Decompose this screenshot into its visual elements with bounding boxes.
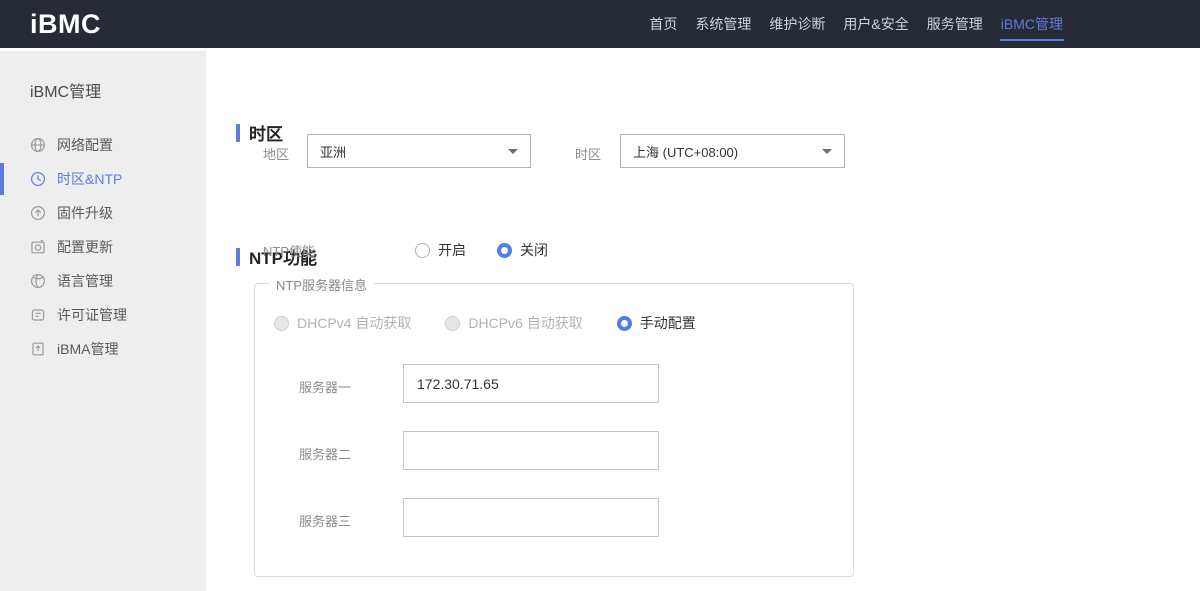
timezone-label: 时区 bbox=[575, 147, 602, 162]
nav-item-ibmc-management[interactable]: iBMC管理 bbox=[992, 0, 1072, 48]
region-select-value: 亚洲 bbox=[320, 144, 347, 160]
radio-label: 开启 bbox=[438, 242, 466, 258]
nav-item-system-management[interactable]: 系统管理 bbox=[686, 0, 760, 48]
main-content: 时区 地区 亚洲 时区 上海 (UTC+08:00) NTP功能 NTP使能 开… bbox=[206, 51, 1200, 591]
timezone-select-value: 上海 (UTC+08:00) bbox=[633, 144, 739, 160]
radio-circle-icon bbox=[616, 315, 632, 331]
region-label: 地区 bbox=[263, 147, 290, 162]
clock-icon bbox=[30, 171, 46, 187]
chevron-down-icon bbox=[508, 148, 518, 154]
nav-item-service-management[interactable]: 服务管理 bbox=[918, 0, 992, 48]
server-two-label: 服务器二 bbox=[299, 447, 352, 462]
timezone-section-header: 时区 bbox=[236, 120, 283, 145]
sidebar-item-label: 语言管理 bbox=[57, 273, 113, 289]
radio-label: 关闭 bbox=[520, 242, 548, 258]
radio-circle-icon bbox=[497, 242, 512, 258]
radio-circle-icon bbox=[445, 315, 461, 331]
nav-item-maintenance-diagnosis[interactable]: 维护诊断 bbox=[760, 0, 834, 48]
sidebar-item-label: 配置更新 bbox=[57, 239, 113, 255]
nav-item-home[interactable]: 首页 bbox=[640, 0, 686, 48]
sidebar-item-ibma-management[interactable]: iBMA管理 bbox=[0, 332, 206, 366]
sidebar-item-network-config[interactable]: 网络配置 bbox=[0, 128, 206, 162]
section-accent-bar bbox=[236, 123, 240, 142]
top-navigation: 首页 系统管理 维护诊断 用户&安全 服务管理 iBMC管理 bbox=[640, 0, 1072, 48]
sidebar: iBMC管理 网络配置 时区&NTP 固件升级 配置更新 语言管理 许可证管理 … bbox=[0, 51, 221, 591]
license-icon bbox=[30, 307, 46, 323]
server-one-label: 服务器一 bbox=[299, 380, 352, 395]
server-three-label: 服务器三 bbox=[299, 514, 352, 529]
timezone-section-title: 时区 bbox=[249, 125, 283, 144]
sidebar-item-language-management[interactable]: 语言管理 bbox=[0, 264, 206, 298]
sidebar-menu: 网络配置 时区&NTP 固件升级 配置更新 语言管理 许可证管理 iBMA管理 bbox=[0, 128, 206, 366]
sidebar-title: iBMC管理 bbox=[30, 84, 102, 101]
chevron-down-icon bbox=[822, 148, 832, 154]
sidebar-item-license-management[interactable]: 许可证管理 bbox=[0, 298, 206, 332]
ntp-enable-radio-group: 开启 关闭 bbox=[415, 240, 548, 260]
radio-label: 手动配置 bbox=[639, 315, 696, 331]
ntp-server-mode-radio-group: DHCPv4 自动获取 DHCPv6 自动获取 手动配置 bbox=[274, 313, 696, 333]
radio-ntp-on[interactable]: 开启 bbox=[415, 240, 466, 260]
radio-ntp-off[interactable]: 关闭 bbox=[497, 240, 548, 260]
top-navbar: iBMC 首页 系统管理 维护诊断 用户&安全 服务管理 iBMC管理 bbox=[0, 0, 1200, 48]
radio-dhcpv6-auto[interactable]: DHCPv6 自动获取 bbox=[445, 313, 583, 333]
radio-manual-config[interactable]: 手动配置 bbox=[616, 313, 696, 333]
config-update-icon bbox=[30, 239, 46, 255]
nav-item-user-security[interactable]: 用户&安全 bbox=[834, 0, 917, 48]
sidebar-item-label: 网络配置 bbox=[57, 137, 113, 153]
ntp-server-info-legend: NTP服务器信息 bbox=[269, 275, 375, 294]
timezone-select[interactable]: 上海 (UTC+08:00) bbox=[620, 134, 845, 168]
ibmc-logo: iBMC bbox=[30, 8, 101, 39]
server-one-input[interactable] bbox=[403, 364, 659, 403]
sidebar-item-config-update[interactable]: 配置更新 bbox=[0, 230, 206, 264]
sidebar-item-label: 时区&NTP bbox=[57, 171, 123, 187]
sidebar-item-firmware-upgrade[interactable]: 固件升级 bbox=[0, 196, 206, 230]
radio-circle-icon bbox=[274, 315, 289, 331]
ntp-enable-label: NTP使能 bbox=[263, 244, 316, 259]
sidebar-item-label: 固件升级 bbox=[57, 205, 113, 221]
package-icon bbox=[30, 341, 46, 357]
upgrade-icon bbox=[30, 205, 46, 221]
radio-circle-icon bbox=[415, 242, 430, 258]
ntp-server-info-group: NTP服务器信息 DHCPv4 自动获取 DHCPv6 自动获取 手动配置 服务… bbox=[254, 275, 854, 577]
server-three-input[interactable] bbox=[403, 498, 659, 537]
globe-icon bbox=[30, 137, 46, 153]
radio-dhcpv4-auto[interactable]: DHCPv4 自动获取 bbox=[274, 313, 411, 333]
server-two-input[interactable] bbox=[403, 431, 659, 470]
section-accent-bar bbox=[236, 247, 240, 266]
radio-label: DHCPv4 自动获取 bbox=[297, 315, 412, 331]
radio-label: DHCPv6 自动获取 bbox=[468, 315, 583, 331]
region-select[interactable]: 亚洲 bbox=[307, 134, 531, 168]
sidebar-item-timezone-ntp[interactable]: 时区&NTP bbox=[0, 162, 206, 196]
language-icon bbox=[30, 273, 46, 289]
sidebar-item-label: 许可证管理 bbox=[57, 307, 127, 323]
sidebar-item-label: iBMA管理 bbox=[57, 341, 119, 357]
